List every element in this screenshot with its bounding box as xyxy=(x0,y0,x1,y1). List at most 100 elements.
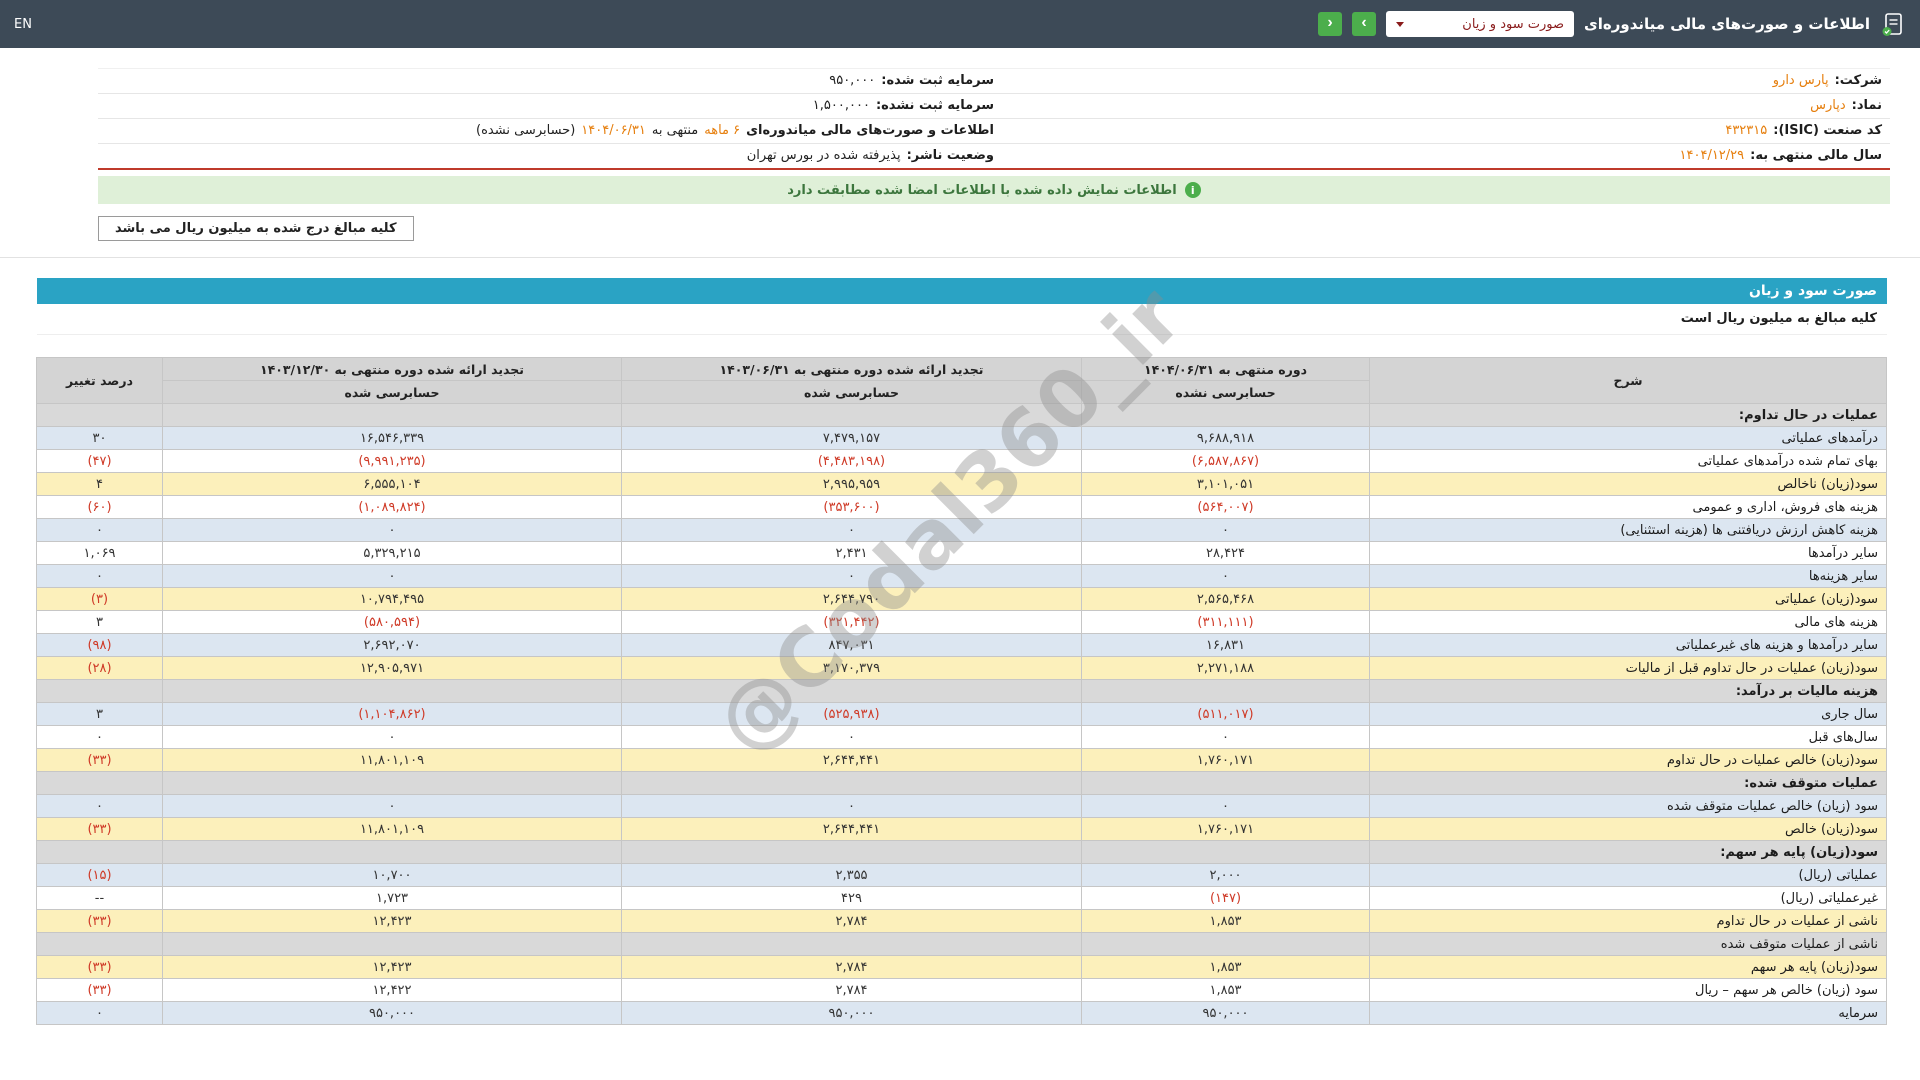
row-label: سایر درآمدها و هزینه های غیرعملیاتی xyxy=(1370,634,1887,657)
value-current-period xyxy=(1082,933,1370,956)
value-current-period: ۱,۸۵۳ xyxy=(1082,910,1370,933)
row-label: سود(زیان) پایه هر سهم: xyxy=(1370,841,1887,864)
value-restated-annual: ۰ xyxy=(163,565,622,588)
next-statement-button[interactable]: › xyxy=(1352,12,1376,36)
value-restated-annual: ۱۲,۴۲۲ xyxy=(163,979,622,1002)
value-percent-change: (۳۳) xyxy=(37,956,163,979)
capital-registered-label: سرمایه ثبت شده: xyxy=(881,72,994,90)
chevron-down-icon xyxy=(1396,22,1404,27)
isic-field: کد صنعت (ISIC): ۴۳۲۳۱۵ xyxy=(994,122,1882,140)
row-label: هزینه کاهش ارزش دریافتنی ها (هزینه استثن… xyxy=(1370,519,1887,542)
statement-type-select[interactable]: صورت سود و زیان xyxy=(1386,11,1574,37)
row-label: غیرعملیاتی (ریال) xyxy=(1370,887,1887,910)
value-restated-annual xyxy=(163,933,622,956)
prev-statement-button[interactable]: ‹ xyxy=(1318,12,1342,36)
value-restated-6m: (۳۵۳,۶۰۰) xyxy=(622,496,1082,519)
value-restated-annual: (۹,۹۹۱,۲۳۵) xyxy=(163,450,622,473)
income-table-body: عملیات در حال تداوم:درآمدهای عملیاتی۹,۶۸… xyxy=(37,404,1887,1025)
value-current-period: (۵۱۱,۰۱۷) xyxy=(1082,703,1370,726)
value-percent-change: (۳۳) xyxy=(37,818,163,841)
value-current-period: ۹۵۰,۰۰۰ xyxy=(1082,1002,1370,1025)
value-percent-change xyxy=(37,841,163,864)
table-section-row: عملیات متوقف شده: xyxy=(37,772,1887,795)
row-label: درآمدهای عملیاتی xyxy=(1370,427,1887,450)
value-percent-change: (۳۳) xyxy=(37,749,163,772)
page-title: اطلاعات و صورت‌های مالی میاندوره‌ای xyxy=(1584,15,1870,33)
capital-unregistered-field: سرمایه ثبت نشده: ۱,۵۰۰,۰۰۰ xyxy=(106,97,994,115)
codal-interim-statement-page: { "topbar": { "title": "اطلاعات و صورت‌ه… xyxy=(0,0,1920,1080)
info-icon: i xyxy=(1185,182,1201,198)
page-divider xyxy=(0,257,1920,258)
value-percent-change: ۴ xyxy=(37,473,163,496)
info-row: کد صنعت (ISIC): ۴۳۲۳۱۵ اطلاعات و صورت‌ها… xyxy=(98,119,1890,144)
value-restated-annual: ۵,۳۲۹,۲۱۵ xyxy=(163,542,622,565)
company-value-link[interactable]: پارس دارو xyxy=(1773,72,1829,90)
report-period-date: ۱۴۰۴/۰۶/۳۱ xyxy=(581,122,646,140)
row-label: بهای تمام شده درآمدهای عملیاتی xyxy=(1370,450,1887,473)
report-period-mid: منتهی به xyxy=(652,122,698,140)
value-restated-annual: ۶,۵۵۵,۱۰۴ xyxy=(163,473,622,496)
table-row: سایر درآمدها۲۸,۴۲۴۲,۴۳۱۵,۳۲۹,۲۱۵۱,۰۶۹ xyxy=(37,542,1887,565)
table-row: سود(زیان) ناخالص۳,۱۰۱,۰۵۱۲,۹۹۵,۹۵۹۶,۵۵۵,… xyxy=(37,473,1887,496)
table-row: سال جاری(۵۱۱,۰۱۷)(۵۲۵,۹۳۸)(۱,۱۰۴,۸۶۲)۳ xyxy=(37,703,1887,726)
value-current-period: (۵۶۴,۰۰۷) xyxy=(1082,496,1370,519)
income-statement-section: صورت سود و زیان کلیه مبالغ به میلیون ریا… xyxy=(37,278,1887,1025)
row-label: سود (زیان) خالص عملیات متوقف شده xyxy=(1370,795,1887,818)
issuer-status-value: پذیرفته شده در بورس تهران xyxy=(747,147,901,165)
report-document-icon xyxy=(1880,11,1906,37)
table-header: شرح دوره منتهی به ۱۴۰۴/۰۶/۳۱ تجدید ارائه… xyxy=(37,358,1887,404)
signature-match-banner: i اطلاعات نمایش داده شده با اطلاعات امضا… xyxy=(98,176,1890,204)
table-row: سود(زیان) پایه هر سهم۱,۸۵۳۲,۷۸۴۱۲,۴۲۳(۳۳… xyxy=(37,956,1887,979)
value-percent-change: ۳ xyxy=(37,611,163,634)
value-current-period xyxy=(1082,841,1370,864)
value-restated-6m: (۴,۴۸۳,۱۹۸) xyxy=(622,450,1082,473)
table-row: سود (زیان) خالص عملیات متوقف شده۰۰۰۰ xyxy=(37,795,1887,818)
value-restated-6m: ۰ xyxy=(622,565,1082,588)
value-percent-change: (۳) xyxy=(37,588,163,611)
value-percent-change: ۰ xyxy=(37,519,163,542)
subheader-unaudited: حسابرسی نشده xyxy=(1082,381,1370,404)
value-percent-change xyxy=(37,772,163,795)
company-info-panel: شرکت: پارس دارو سرمایه ثبت شده: ۹۵۰,۰۰۰ … xyxy=(98,68,1890,170)
row-label: هزینه مالیات بر درآمد: xyxy=(1370,680,1887,703)
capital-unregistered-label: سرمایه ثبت نشده: xyxy=(876,97,994,115)
value-restated-6m: ۲,۶۴۴,۴۴۱ xyxy=(622,818,1082,841)
value-current-period: (۶,۵۸۷,۸۶۷) xyxy=(1082,450,1370,473)
table-row: سود(زیان) خالص۱,۷۶۰,۱۷۱۲,۶۴۴,۴۴۱۱۱,۸۰۱,۱… xyxy=(37,818,1887,841)
table-row: بهای تمام شده درآمدهای عملیاتی(۶,۵۸۷,۸۶۷… xyxy=(37,450,1887,473)
symbol-value-link[interactable]: دپارس xyxy=(1810,97,1846,115)
value-restated-6m xyxy=(622,772,1082,795)
capital-unregistered-value: ۱,۵۰۰,۰۰۰ xyxy=(813,97,870,115)
symbol-field: نماد: دپارس xyxy=(994,97,1882,115)
value-restated-6m: ۲,۷۸۴ xyxy=(622,979,1082,1002)
table-row: هزینه کاهش ارزش دریافتنی ها (هزینه استثن… xyxy=(37,519,1887,542)
value-restated-6m: ۰ xyxy=(622,726,1082,749)
row-label: سایر هزینه‌ها xyxy=(1370,565,1887,588)
value-current-period: ۲,۰۰۰ xyxy=(1082,864,1370,887)
value-current-period: (۱۴۷) xyxy=(1082,887,1370,910)
table-row: سود(زیان) عملیاتی۲,۵۶۵,۴۶۸۲,۶۴۴,۷۹۰۱۰,۷۹… xyxy=(37,588,1887,611)
value-restated-annual: ۱۰,۷۰۰ xyxy=(163,864,622,887)
value-restated-6m: ۴۲۹ xyxy=(622,887,1082,910)
value-restated-6m: ۲,۷۸۴ xyxy=(622,910,1082,933)
income-statement-table: شرح دوره منتهی به ۱۴۰۴/۰۶/۳۱ تجدید ارائه… xyxy=(36,357,1887,1025)
value-current-period xyxy=(1082,772,1370,795)
issuer-status-label: وضعیت ناشر: xyxy=(907,147,994,165)
value-current-period: (۳۱۱,۱۱۱) xyxy=(1082,611,1370,634)
value-current-period: ۰ xyxy=(1082,726,1370,749)
column-header-period-restated-annual: تجدید ارائه شده دوره منتهی به ۱۴۰۳/۱۲/۳۰ xyxy=(163,358,622,381)
row-label: سود(زیان) خالص xyxy=(1370,818,1887,841)
column-header-percent-change: درصد تغییر xyxy=(37,358,163,404)
table-row: ناشی از عملیات متوقف شده xyxy=(37,933,1887,956)
value-current-period: ۰ xyxy=(1082,565,1370,588)
value-restated-annual xyxy=(163,841,622,864)
value-restated-6m: ۰ xyxy=(622,519,1082,542)
value-restated-6m: ۲,۹۹۵,۹۵۹ xyxy=(622,473,1082,496)
row-label: سرمایه xyxy=(1370,1002,1887,1025)
english-language-link[interactable]: EN xyxy=(14,17,32,32)
value-restated-annual xyxy=(163,680,622,703)
statement-type-select-value: صورت سود و زیان xyxy=(1462,17,1564,32)
value-percent-change: (۳۳) xyxy=(37,979,163,1002)
value-percent-change xyxy=(37,680,163,703)
value-current-period: ۱,۸۵۳ xyxy=(1082,956,1370,979)
